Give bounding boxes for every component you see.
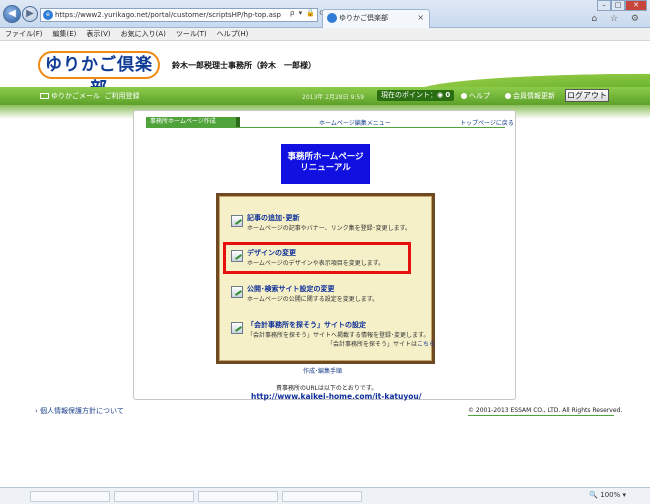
browser-chrome: ◀ ▶ e https://www2.yurikago.net/portal/c…	[0, 0, 650, 28]
copyright: © 2001-2013 ESSAM CO., LTD. All Rights R…	[468, 407, 623, 414]
menu-edit[interactable]: 編集(E)	[53, 28, 77, 40]
privacy-policy-link[interactable]: › 個人情報保護方針について	[35, 406, 124, 416]
menu-tools[interactable]: ツール(T)	[176, 28, 207, 40]
points-label: 現在のポイント：	[381, 91, 437, 99]
panel-divider	[146, 127, 505, 128]
member-info-update-link[interactable]: 会員情報更新	[505, 91, 555, 101]
tab-close-icon[interactable]: ×	[417, 10, 424, 26]
menu-item-desc: ホームページの公開に関する設定を変更します。	[247, 296, 379, 303]
menu-item-publish[interactable]: 公開･検索サイト設定の変更 ホームページの公開に関する設定を変更します。	[231, 284, 421, 314]
renewal-banner-line2: リニューアル	[300, 163, 351, 173]
address-bar[interactable]: e https://www2.yurikago.net/portal/custo…	[40, 8, 318, 22]
window-controls: – □ ✕	[597, 0, 647, 11]
renewal-banner-line1: 事務所ホームページ	[287, 152, 364, 162]
tab-favicon-icon	[327, 13, 337, 23]
sub-text: 「会計事務所を探そう」サイトは	[327, 341, 418, 348]
address-text: https://www2.yurikago.net/portal/custome…	[55, 11, 281, 19]
homepage-panel: 事務所ホームページ作成 ホームページ編集メニュー トップページに戻る 事務所ホー…	[133, 110, 516, 401]
browser-status-bar: 🔍 100% ▾	[0, 487, 650, 504]
search-site-here-link[interactable]: こちら	[417, 341, 435, 348]
menu-item-article[interactable]: 記事の追加･更新 ホームページの記事やバナー、リンク集を登録･変更します。	[231, 213, 421, 243]
site-logo[interactable]: ゆりかご倶楽部	[38, 51, 160, 99]
zoom-control[interactable]: 🔍 100% ▾	[589, 491, 626, 499]
menu-bar: ファイル(F) 編集(E) 表示(V) お気に入り(A) ツール(T) ヘルプ(…	[0, 28, 650, 41]
info-icon	[505, 93, 511, 99]
search-site-icon	[231, 322, 243, 334]
login-datetime: 2013年 2月28日 9:59	[302, 94, 365, 101]
forward-button[interactable]: ▶	[22, 6, 38, 22]
creation-guide-link[interactable]: 作成･編集手順	[303, 366, 342, 375]
menu-file[interactable]: ファイル(F)	[5, 28, 43, 40]
tab-title: ゆりかご倶楽部	[339, 14, 388, 22]
menu-help[interactable]: ヘルプ(H)	[217, 28, 249, 40]
menu-item-sub: 「会計事務所を探そう」サイトはこちら	[327, 339, 435, 348]
info-update-label: 会員情報更新	[513, 92, 555, 100]
ie-page-icon: e	[43, 10, 53, 20]
window-close-button[interactable]: ✕	[625, 0, 647, 11]
menu-item-search-site[interactable]: 「会計事務所を探そう」サイトの設定 「会計事務所を探そう」サイトへ掲載する情報を…	[231, 320, 435, 350]
minimize-button[interactable]: –	[597, 0, 611, 11]
mail-links: ゆりかごメール ご利用登録	[40, 91, 139, 101]
privacy-label: 個人情報保護方針について	[40, 407, 124, 415]
menu-item-desc: 「会計事務所を探そう」サイトへ掲載する情報を登録･変更します。	[247, 332, 430, 339]
menu-item-title[interactable]: 記事の追加･更新	[247, 213, 300, 223]
url-note: 貴事務所のURLは以下のとおりです。	[276, 385, 378, 392]
usage-registration-link[interactable]: ご利用登録	[104, 92, 139, 100]
status-segment	[114, 491, 194, 502]
homepage-edit-menu-link[interactable]: ホームページ編集メニュー	[319, 118, 391, 127]
back-to-top-link[interactable]: トップページに戻る	[460, 118, 514, 127]
site-header: ゆりかご倶楽部 鈴木一郎税理士事務所（鈴木 一郎様）	[0, 41, 650, 99]
home-favorites-settings-icons[interactable]: ⌂ ☆ ⚙	[591, 14, 644, 24]
menu-item-desc: ホームページの記事やバナー、リンク集を登録･変更します。	[247, 225, 412, 232]
renewal-banner[interactable]: 事務所ホームページ リニューアル	[281, 144, 370, 184]
user-greeting: 鈴木一郎税理士事務所（鈴木 一郎様）	[172, 61, 316, 70]
mail-icon	[40, 93, 49, 99]
status-segment	[30, 491, 110, 502]
menu-item-title[interactable]: 公開･検索サイト設定の変更	[247, 284, 335, 294]
publish-settings-icon	[231, 286, 243, 298]
edit-menu-frame: 記事の追加･更新 ホームページの記事やバナー、リンク集を登録･変更します。 デザ…	[216, 193, 435, 364]
help-icon	[461, 93, 467, 99]
status-segment	[282, 491, 362, 502]
menu-favorites[interactable]: お気に入り(A)	[121, 28, 166, 40]
menu-item-title[interactable]: 「会計事務所を探そう」サイトの設定	[247, 320, 366, 330]
menu-view[interactable]: 表示(V)	[86, 28, 110, 40]
mail-link[interactable]: ゆりかごメール	[51, 92, 100, 100]
status-segment	[198, 491, 278, 502]
article-edit-icon	[231, 215, 243, 227]
status-bar-green: ゆりかごメール ご利用登録 2013年 2月28日 9:59 現在のポイント：◉…	[0, 87, 650, 105]
help-link[interactable]: ヘルプ	[461, 91, 490, 101]
help-label: ヘルプ	[469, 92, 490, 100]
copyright-underline	[468, 415, 614, 416]
browser-tab[interactable]: ゆりかご倶楽部 ×	[322, 9, 430, 28]
points-value: 0	[445, 91, 451, 99]
highlight-box	[223, 242, 411, 274]
maximize-button[interactable]: □	[611, 0, 625, 11]
panel-tab-label: 事務所ホームページ作成	[146, 117, 240, 127]
back-button[interactable]: ◀	[3, 5, 21, 23]
office-url-link[interactable]: http://www.kaikei-home.com/it-katuyou/	[251, 392, 421, 401]
logout-button[interactable]: ログアウト	[565, 89, 609, 102]
points-badge: 現在のポイント：◉ 0	[377, 90, 455, 101]
